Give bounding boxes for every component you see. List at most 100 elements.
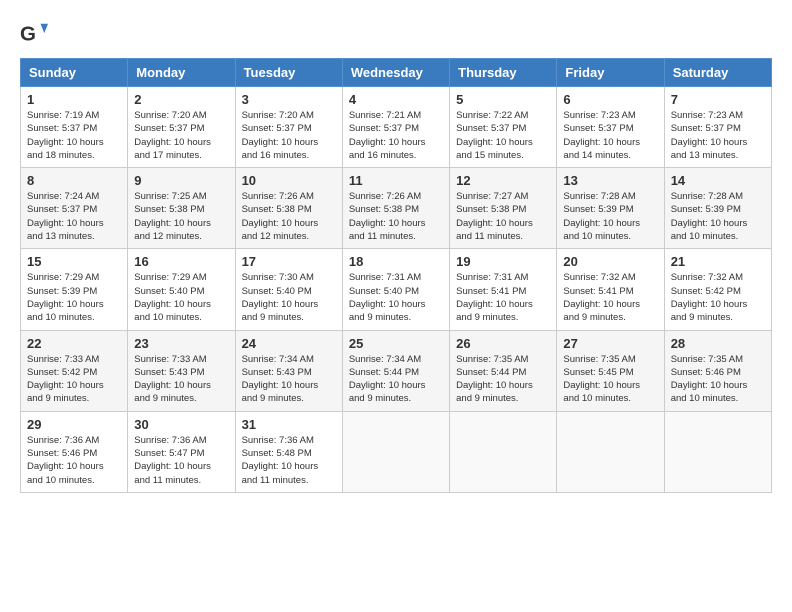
calendar-cell: 7 Sunrise: 7:23 AMSunset: 5:37 PMDayligh… bbox=[664, 87, 771, 168]
day-number: 19 bbox=[456, 254, 550, 269]
day-number: 31 bbox=[242, 417, 336, 432]
header-thursday: Thursday bbox=[450, 59, 557, 87]
day-info: Sunrise: 7:24 AMSunset: 5:37 PMDaylight:… bbox=[27, 190, 121, 243]
header-friday: Friday bbox=[557, 59, 664, 87]
day-number: 11 bbox=[349, 173, 443, 188]
calendar-cell: 8 Sunrise: 7:24 AMSunset: 5:37 PMDayligh… bbox=[21, 168, 128, 249]
day-number: 13 bbox=[563, 173, 657, 188]
day-number: 3 bbox=[242, 92, 336, 107]
day-number: 1 bbox=[27, 92, 121, 107]
calendar-cell: 6 Sunrise: 7:23 AMSunset: 5:37 PMDayligh… bbox=[557, 87, 664, 168]
calendar-cell: 15 Sunrise: 7:29 AMSunset: 5:39 PMDaylig… bbox=[21, 249, 128, 330]
day-info: Sunrise: 7:35 AMSunset: 5:46 PMDaylight:… bbox=[671, 353, 765, 406]
day-number: 6 bbox=[563, 92, 657, 107]
calendar-cell: 29 Sunrise: 7:36 AMSunset: 5:46 PMDaylig… bbox=[21, 411, 128, 492]
calendar-cell: 14 Sunrise: 7:28 AMSunset: 5:39 PMDaylig… bbox=[664, 168, 771, 249]
day-number: 15 bbox=[27, 254, 121, 269]
day-number: 2 bbox=[134, 92, 228, 107]
day-number: 24 bbox=[242, 336, 336, 351]
day-info: Sunrise: 7:26 AMSunset: 5:38 PMDaylight:… bbox=[242, 190, 336, 243]
day-number: 12 bbox=[456, 173, 550, 188]
day-info: Sunrise: 7:35 AMSunset: 5:45 PMDaylight:… bbox=[563, 353, 657, 406]
day-number: 8 bbox=[27, 173, 121, 188]
header-sunday: Sunday bbox=[21, 59, 128, 87]
day-info: Sunrise: 7:36 AMSunset: 5:48 PMDaylight:… bbox=[242, 434, 336, 487]
day-number: 21 bbox=[671, 254, 765, 269]
calendar-week-row: 22 Sunrise: 7:33 AMSunset: 5:42 PMDaylig… bbox=[21, 330, 772, 411]
day-number: 26 bbox=[456, 336, 550, 351]
page-header: G bbox=[20, 20, 772, 48]
calendar-cell: 12 Sunrise: 7:27 AMSunset: 5:38 PMDaylig… bbox=[450, 168, 557, 249]
calendar-cell: 27 Sunrise: 7:35 AMSunset: 5:45 PMDaylig… bbox=[557, 330, 664, 411]
calendar-cell: 30 Sunrise: 7:36 AMSunset: 5:47 PMDaylig… bbox=[128, 411, 235, 492]
calendar-cell: 11 Sunrise: 7:26 AMSunset: 5:38 PMDaylig… bbox=[342, 168, 449, 249]
day-number: 22 bbox=[27, 336, 121, 351]
calendar-cell: 9 Sunrise: 7:25 AMSunset: 5:38 PMDayligh… bbox=[128, 168, 235, 249]
day-info: Sunrise: 7:32 AMSunset: 5:41 PMDaylight:… bbox=[563, 271, 657, 324]
day-number: 23 bbox=[134, 336, 228, 351]
calendar-week-row: 29 Sunrise: 7:36 AMSunset: 5:46 PMDaylig… bbox=[21, 411, 772, 492]
day-info: Sunrise: 7:33 AMSunset: 5:42 PMDaylight:… bbox=[27, 353, 121, 406]
day-number: 9 bbox=[134, 173, 228, 188]
calendar-cell: 22 Sunrise: 7:33 AMSunset: 5:42 PMDaylig… bbox=[21, 330, 128, 411]
day-info: Sunrise: 7:33 AMSunset: 5:43 PMDaylight:… bbox=[134, 353, 228, 406]
logo-icon: G bbox=[20, 20, 48, 48]
day-info: Sunrise: 7:23 AMSunset: 5:37 PMDaylight:… bbox=[671, 109, 765, 162]
day-number: 30 bbox=[134, 417, 228, 432]
day-number: 20 bbox=[563, 254, 657, 269]
calendar-cell: 5 Sunrise: 7:22 AMSunset: 5:37 PMDayligh… bbox=[450, 87, 557, 168]
calendar-cell bbox=[342, 411, 449, 492]
day-info: Sunrise: 7:26 AMSunset: 5:38 PMDaylight:… bbox=[349, 190, 443, 243]
calendar-cell bbox=[450, 411, 557, 492]
calendar-cell: 4 Sunrise: 7:21 AMSunset: 5:37 PMDayligh… bbox=[342, 87, 449, 168]
calendar-cell: 3 Sunrise: 7:20 AMSunset: 5:37 PMDayligh… bbox=[235, 87, 342, 168]
day-number: 18 bbox=[349, 254, 443, 269]
day-info: Sunrise: 7:22 AMSunset: 5:37 PMDaylight:… bbox=[456, 109, 550, 162]
calendar-cell: 23 Sunrise: 7:33 AMSunset: 5:43 PMDaylig… bbox=[128, 330, 235, 411]
calendar-cell: 21 Sunrise: 7:32 AMSunset: 5:42 PMDaylig… bbox=[664, 249, 771, 330]
day-number: 29 bbox=[27, 417, 121, 432]
day-number: 10 bbox=[242, 173, 336, 188]
day-number: 4 bbox=[349, 92, 443, 107]
calendar-cell: 28 Sunrise: 7:35 AMSunset: 5:46 PMDaylig… bbox=[664, 330, 771, 411]
calendar-cell bbox=[664, 411, 771, 492]
day-info: Sunrise: 7:25 AMSunset: 5:38 PMDaylight:… bbox=[134, 190, 228, 243]
calendar-cell: 18 Sunrise: 7:31 AMSunset: 5:40 PMDaylig… bbox=[342, 249, 449, 330]
header-wednesday: Wednesday bbox=[342, 59, 449, 87]
header-saturday: Saturday bbox=[664, 59, 771, 87]
calendar-cell: 13 Sunrise: 7:28 AMSunset: 5:39 PMDaylig… bbox=[557, 168, 664, 249]
header-monday: Monday bbox=[128, 59, 235, 87]
day-info: Sunrise: 7:21 AMSunset: 5:37 PMDaylight:… bbox=[349, 109, 443, 162]
day-info: Sunrise: 7:31 AMSunset: 5:40 PMDaylight:… bbox=[349, 271, 443, 324]
day-number: 7 bbox=[671, 92, 765, 107]
calendar-cell: 10 Sunrise: 7:26 AMSunset: 5:38 PMDaylig… bbox=[235, 168, 342, 249]
calendar-week-row: 1 Sunrise: 7:19 AMSunset: 5:37 PMDayligh… bbox=[21, 87, 772, 168]
day-info: Sunrise: 7:35 AMSunset: 5:44 PMDaylight:… bbox=[456, 353, 550, 406]
calendar-cell: 19 Sunrise: 7:31 AMSunset: 5:41 PMDaylig… bbox=[450, 249, 557, 330]
day-number: 5 bbox=[456, 92, 550, 107]
day-info: Sunrise: 7:29 AMSunset: 5:40 PMDaylight:… bbox=[134, 271, 228, 324]
day-number: 27 bbox=[563, 336, 657, 351]
day-info: Sunrise: 7:20 AMSunset: 5:37 PMDaylight:… bbox=[242, 109, 336, 162]
calendar-cell bbox=[557, 411, 664, 492]
day-info: Sunrise: 7:30 AMSunset: 5:40 PMDaylight:… bbox=[242, 271, 336, 324]
day-number: 16 bbox=[134, 254, 228, 269]
calendar-week-row: 15 Sunrise: 7:29 AMSunset: 5:39 PMDaylig… bbox=[21, 249, 772, 330]
day-info: Sunrise: 7:31 AMSunset: 5:41 PMDaylight:… bbox=[456, 271, 550, 324]
calendar-cell: 1 Sunrise: 7:19 AMSunset: 5:37 PMDayligh… bbox=[21, 87, 128, 168]
calendar-cell: 31 Sunrise: 7:36 AMSunset: 5:48 PMDaylig… bbox=[235, 411, 342, 492]
day-info: Sunrise: 7:19 AMSunset: 5:37 PMDaylight:… bbox=[27, 109, 121, 162]
svg-text:G: G bbox=[20, 23, 36, 46]
logo: G bbox=[20, 20, 52, 48]
day-number: 25 bbox=[349, 336, 443, 351]
day-info: Sunrise: 7:27 AMSunset: 5:38 PMDaylight:… bbox=[456, 190, 550, 243]
day-info: Sunrise: 7:32 AMSunset: 5:42 PMDaylight:… bbox=[671, 271, 765, 324]
day-info: Sunrise: 7:23 AMSunset: 5:37 PMDaylight:… bbox=[563, 109, 657, 162]
day-info: Sunrise: 7:28 AMSunset: 5:39 PMDaylight:… bbox=[563, 190, 657, 243]
calendar-table: SundayMondayTuesdayWednesdayThursdayFrid… bbox=[20, 58, 772, 493]
calendar-cell: 2 Sunrise: 7:20 AMSunset: 5:37 PMDayligh… bbox=[128, 87, 235, 168]
day-info: Sunrise: 7:34 AMSunset: 5:43 PMDaylight:… bbox=[242, 353, 336, 406]
calendar-cell: 16 Sunrise: 7:29 AMSunset: 5:40 PMDaylig… bbox=[128, 249, 235, 330]
calendar-week-row: 8 Sunrise: 7:24 AMSunset: 5:37 PMDayligh… bbox=[21, 168, 772, 249]
calendar-cell: 17 Sunrise: 7:30 AMSunset: 5:40 PMDaylig… bbox=[235, 249, 342, 330]
